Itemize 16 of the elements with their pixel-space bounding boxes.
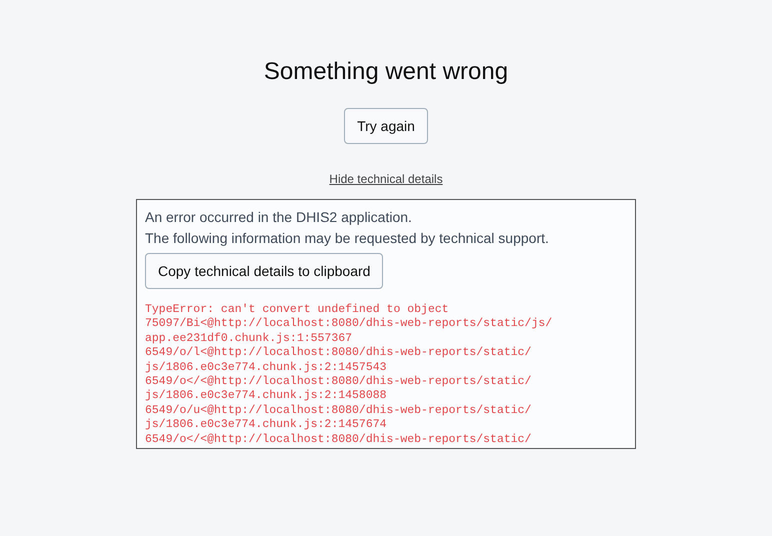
hide-details-link[interactable]: Hide technical details	[329, 171, 443, 187]
error-message: An error occurred in the DHIS2 application.	[145, 208, 413, 227]
stack-trace-line: js/1806.e0c3e774.chunk.js:2:1458088	[145, 389, 388, 404]
stack-trace-line: 6549/o/u<@http://localhost:8080/dhis-web-reports/static/	[145, 404, 532, 418]
copy-details-button[interactable]: Copy technical details to clipboard	[145, 253, 384, 289]
error-title: Something went wrong	[264, 57, 508, 87]
stack-trace-line: js/1806.e0c3e774.chunk.js:2:1457543	[145, 360, 388, 376]
stack-trace-line: 6549/o</<@http://localhost:8080/dhis-web-reports/static/	[145, 432, 532, 448]
error-message: The following information may be requested by technical support.	[145, 229, 550, 248]
stack-trace-line: TypeError: can't convert undefined to object	[145, 303, 450, 318]
stack-trace-line: 6549/o</<@http://localhost:8080/dhis-web-reports/static/	[145, 375, 532, 390]
stack-trace-line: 6549/o/l<@http://localhost:8080/dhis-web-reports/static/	[145, 346, 532, 361]
try-again-button[interactable]: Try again	[344, 108, 428, 144]
stack-trace-line: js/1806.e0c3e774.chunk.js:2:1457674	[145, 418, 388, 433]
stack-trace-line: app.ee231df0.chunk.js:1:557367	[145, 332, 354, 346]
stack-trace-line: 75097/Bi<@http://localhost:8080/dhis-web-reports/static/js/	[145, 317, 554, 332]
